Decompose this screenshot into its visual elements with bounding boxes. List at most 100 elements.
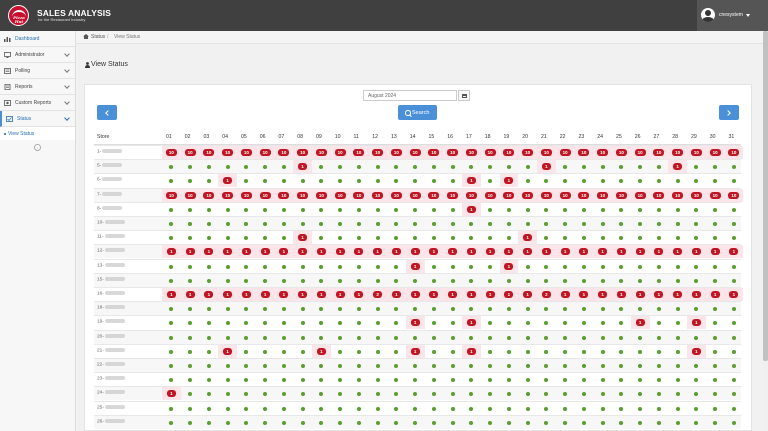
- error-count-badge[interactable]: 1: [729, 291, 739, 298]
- error-count-badge[interactable]: 1: [354, 291, 364, 298]
- error-count-badge[interactable]: 10: [559, 149, 571, 156]
- error-count-badge[interactable]: 1: [241, 291, 251, 298]
- error-count-badge[interactable]: 10: [597, 191, 609, 199]
- error-count-badge[interactable]: 10: [165, 149, 177, 156]
- error-count-badge[interactable]: 1: [335, 291, 345, 298]
- sidebar-item-administrator[interactable]: Administrator: [0, 47, 75, 63]
- error-count-badge[interactable]: 10: [634, 149, 646, 156]
- error-count-badge[interactable]: 10: [540, 191, 552, 199]
- error-count-badge[interactable]: 10: [372, 149, 384, 156]
- error-count-badge[interactable]: 1: [710, 248, 720, 256]
- error-count-badge[interactable]: 10: [372, 191, 384, 199]
- error-count-badge[interactable]: 10: [165, 191, 177, 199]
- error-count-badge[interactable]: 10: [203, 149, 215, 156]
- search-button[interactable]: Search: [398, 105, 437, 120]
- error-count-badge[interactable]: 1: [541, 163, 551, 171]
- error-count-badge[interactable]: 1: [466, 319, 476, 327]
- error-count-badge[interactable]: 10: [315, 149, 327, 156]
- error-count-badge[interactable]: 1: [410, 291, 420, 298]
- error-count-badge[interactable]: 10: [690, 191, 702, 199]
- error-count-badge[interactable]: 1: [616, 291, 626, 298]
- error-count-badge[interactable]: 1: [448, 248, 458, 256]
- error-count-badge[interactable]: 10: [503, 149, 515, 156]
- error-count-badge[interactable]: 10: [672, 149, 684, 156]
- error-count-badge[interactable]: 1: [298, 163, 308, 171]
- error-count-badge[interactable]: 10: [597, 149, 609, 156]
- error-count-badge[interactable]: 1: [523, 234, 533, 242]
- error-count-badge[interactable]: 10: [522, 191, 534, 199]
- error-count-badge[interactable]: 10: [184, 191, 196, 199]
- error-count-badge[interactable]: 10: [447, 149, 459, 156]
- error-count-badge[interactable]: 1: [673, 163, 683, 171]
- error-count-badge[interactable]: 1: [448, 291, 458, 298]
- sidebar-item-status[interactable]: Status: [0, 111, 75, 127]
- error-count-badge[interactable]: 1: [673, 248, 683, 256]
- user-menu[interactable]: cnesystem: [697, 0, 768, 31]
- error-count-badge[interactable]: 1: [316, 291, 326, 298]
- error-count-badge[interactable]: 1: [410, 262, 420, 270]
- error-count-badge[interactable]: 1: [579, 291, 589, 298]
- collapse-sidebar-button[interactable]: ‹: [34, 144, 41, 151]
- error-count-badge[interactable]: 1: [504, 291, 514, 298]
- error-count-badge[interactable]: 1: [298, 291, 308, 298]
- error-count-badge[interactable]: 10: [465, 191, 477, 199]
- error-count-badge[interactable]: 10: [709, 149, 721, 156]
- error-count-badge[interactable]: 10: [409, 149, 421, 156]
- error-count-badge[interactable]: 10: [540, 149, 552, 156]
- error-count-badge[interactable]: 1: [316, 248, 326, 256]
- error-count-badge[interactable]: 1: [260, 248, 270, 256]
- error-count-badge[interactable]: 10: [559, 191, 571, 199]
- sidebar-item-reports[interactable]: Reports: [0, 79, 75, 95]
- error-count-badge[interactable]: 1: [466, 291, 476, 298]
- error-count-badge[interactable]: 10: [728, 191, 740, 199]
- error-count-badge[interactable]: 1: [279, 291, 289, 298]
- error-count-badge[interactable]: 1: [466, 248, 476, 256]
- error-count-badge[interactable]: 10: [334, 191, 346, 199]
- error-count-badge[interactable]: 1: [391, 248, 401, 256]
- error-count-badge[interactable]: 1: [635, 319, 645, 327]
- error-count-badge[interactable]: 10: [578, 191, 590, 199]
- error-count-badge[interactable]: 1: [673, 291, 683, 298]
- error-count-badge[interactable]: 1: [223, 291, 233, 298]
- sidebar-subitem-view-status[interactable]: View Status: [0, 127, 75, 140]
- error-count-badge[interactable]: 10: [297, 149, 309, 156]
- error-count-badge[interactable]: 1: [410, 347, 420, 355]
- sidebar-item-dashboard[interactable]: Dashboard: [0, 31, 75, 47]
- error-count-badge[interactable]: 10: [522, 149, 534, 156]
- sidebar-item-polling[interactable]: Polling: [0, 63, 75, 79]
- next-month-button[interactable]: [719, 105, 739, 120]
- error-count-badge[interactable]: 1: [410, 319, 420, 327]
- error-count-badge[interactable]: 10: [428, 149, 440, 156]
- home-icon[interactable]: [83, 34, 89, 39]
- error-count-badge[interactable]: 1: [223, 347, 233, 355]
- error-count-badge[interactable]: 1: [635, 291, 645, 298]
- error-count-badge[interactable]: 10: [409, 191, 421, 199]
- error-count-badge[interactable]: 10: [615, 191, 627, 199]
- error-count-badge[interactable]: 1: [466, 347, 476, 355]
- error-count-badge[interactable]: 1: [316, 347, 326, 355]
- error-count-badge[interactable]: 10: [653, 191, 665, 199]
- error-count-badge[interactable]: 10: [240, 191, 252, 199]
- scrollbar[interactable]: [763, 31, 768, 431]
- error-count-badge[interactable]: 1: [523, 248, 533, 256]
- error-count-badge[interactable]: 10: [203, 191, 215, 199]
- error-count-badge[interactable]: 1: [335, 248, 345, 256]
- error-count-badge[interactable]: 10: [484, 191, 496, 199]
- error-count-badge[interactable]: 1: [710, 291, 720, 298]
- error-count-badge[interactable]: 1: [466, 205, 476, 213]
- error-count-badge[interactable]: 10: [222, 149, 234, 156]
- error-count-badge[interactable]: 1: [560, 248, 570, 256]
- error-count-badge[interactable]: 10: [615, 149, 627, 156]
- error-count-badge[interactable]: 10: [222, 191, 234, 199]
- error-count-badge[interactable]: 1: [635, 248, 645, 256]
- error-count-badge[interactable]: 1: [298, 234, 308, 242]
- calendar-button[interactable]: [458, 90, 470, 101]
- error-count-badge[interactable]: 10: [428, 191, 440, 199]
- error-count-badge[interactable]: 1: [485, 248, 495, 256]
- error-count-badge[interactable]: 10: [278, 191, 290, 199]
- error-count-badge[interactable]: 10: [390, 191, 402, 199]
- error-count-badge[interactable]: 10: [259, 149, 271, 156]
- error-count-badge[interactable]: 2: [373, 291, 383, 298]
- error-count-badge[interactable]: 1: [429, 291, 439, 298]
- error-count-badge[interactable]: 1: [691, 319, 701, 327]
